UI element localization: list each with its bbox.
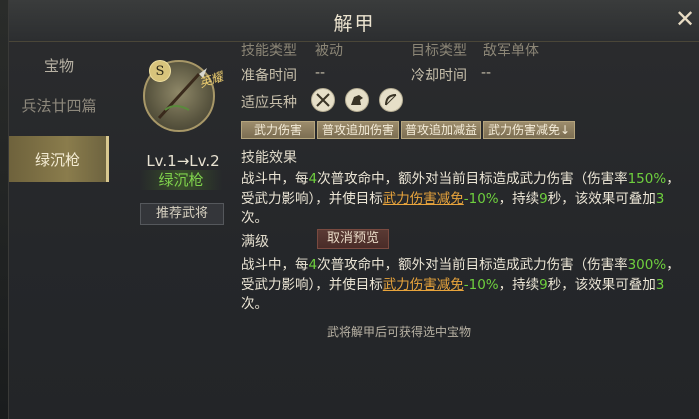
hit-count: 4 — [308, 171, 318, 187]
tag-attack-extra-damage: 普攻追加伤害 — [317, 121, 399, 139]
reduction-value: -10% — [463, 190, 499, 207]
effect-description: 战斗中，每4次普攻命中，额外对当前目标造成武力伤害（伤害率150%，受武力影响）… — [241, 171, 680, 226]
title-bar: 解甲 ✕ — [9, 0, 699, 42]
reduction-value: -10% — [463, 276, 499, 293]
effect-title: 技能效果 — [241, 150, 297, 166]
footer-note: 武将解甲后可获得选中宝物 — [326, 325, 471, 339]
damage-rate: 300% — [627, 257, 667, 273]
horse-icon — [345, 88, 369, 112]
target-type-value: 敌军单体 — [483, 43, 539, 59]
close-button[interactable]: ✕ — [672, 6, 698, 32]
item-name: 绿沉枪 — [140, 170, 222, 190]
bow-icon — [379, 88, 403, 112]
troop-type-label: 适应兵种 — [241, 95, 297, 111]
sidebar: 宝物 兵法廿四篇 绿沉枪 — [9, 42, 109, 419]
tag-force-damage: 武力伤害 — [241, 121, 315, 139]
tag-force-dmg-reduction: 武力伤害减免↓ — [483, 121, 575, 139]
hit-count: 4 — [308, 257, 318, 273]
max-level-description: 战斗中，每4次普攻命中，额外对当前目标造成武力伤害（伤害率300%，受武力影响）… — [241, 257, 680, 312]
duration-value: 9 — [539, 190, 548, 207]
panel-title: 解甲 — [333, 13, 376, 35]
skill-type-label: 技能类型 — [241, 43, 297, 59]
sidebar-item-label: 宝物 — [43, 56, 74, 75]
recommend-general-button[interactable]: 推荐武将 — [140, 203, 224, 225]
sidebar-item-label: 兵法廿四篇 — [21, 96, 97, 115]
max-level-title: 满级 — [241, 234, 269, 250]
dismantle-panel: 解甲 ✕ 宝物 兵法廿四篇 绿沉枪 S 英耀 Lv.1→Lv.2 绿沉枪 推荐武… — [8, 0, 699, 419]
stack-count: 3 — [655, 276, 665, 293]
cooldown-value: -- — [481, 65, 492, 81]
stack-count: 3 — [655, 190, 665, 207]
duration-value: 9 — [539, 276, 548, 293]
force-dmg-reduction-link[interactable]: 武力伤害减免 — [383, 191, 464, 207]
cancel-preview-button[interactable]: 取消预览 — [317, 229, 389, 249]
sidebar-item-art-of-war[interactable]: 兵法廿四篇 — [9, 82, 109, 128]
prep-time-value: -- — [315, 65, 326, 81]
damage-rate: 150% — [627, 171, 667, 187]
rank-badge: S — [149, 60, 171, 82]
sidebar-item-label: 绿沉枪 — [34, 150, 80, 169]
sidebar-item-green-spear[interactable]: 绿沉枪 — [9, 136, 109, 182]
crossed-swords-icon — [311, 88, 335, 112]
prep-time-label: 准备时间 — [241, 68, 297, 84]
tag-attack-extra-debuff: 普攻追加减益 — [401, 121, 481, 139]
level-progress: Lv.1→Lv.2 — [146, 152, 220, 170]
force-dmg-reduction-link[interactable]: 武力伤害减免 — [383, 277, 464, 293]
target-type-label: 目标类型 — [411, 43, 467, 59]
skill-type-value: 被动 — [315, 43, 343, 59]
cooldown-label: 冷却时间 — [411, 68, 467, 84]
